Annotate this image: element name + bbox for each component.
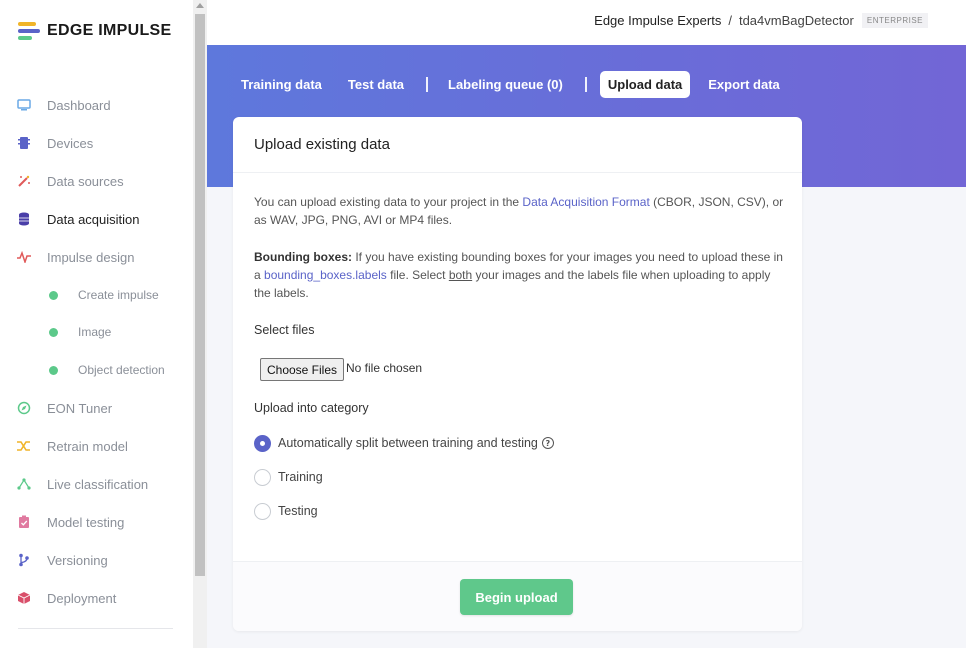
radio-label-auto-split: Automatically split between training and… bbox=[278, 436, 538, 450]
sidebar-item-eon-tuner[interactable]: EON Tuner bbox=[0, 395, 193, 421]
sidebar-item-label: EON Tuner bbox=[47, 400, 113, 416]
radio-button-auto-split[interactable] bbox=[254, 434, 271, 452]
bounding-boxes-heading: Bounding boxes: bbox=[254, 250, 352, 264]
tab-export-data[interactable]: Export data bbox=[708, 77, 780, 92]
sidebar-item-data-sources[interactable]: Data sources bbox=[0, 168, 193, 194]
begin-upload-button[interactable]: Begin upload bbox=[460, 579, 573, 615]
select-files-label: Select files bbox=[254, 323, 315, 337]
intro-text: You can upload existing data to your pro… bbox=[254, 193, 784, 229]
sidebar-item-label: Retrain model bbox=[47, 438, 128, 454]
sidebar-subitem-image[interactable]: Image bbox=[0, 319, 193, 345]
help-icon[interactable]: ? bbox=[541, 437, 554, 449]
bbox-both-emphasis: both bbox=[448, 268, 473, 282]
network-icon bbox=[17, 477, 31, 491]
status-dot-icon bbox=[49, 327, 58, 337]
top-bar: Edge Impulse Experts / tda4vmBagDetector… bbox=[207, 0, 966, 45]
sidebar-subitem-label: Image bbox=[78, 325, 112, 339]
sidebar-item-data-acquisition[interactable]: Data acquisition bbox=[0, 206, 193, 232]
sidebar-subitem-label: Object detection bbox=[78, 363, 165, 377]
tab-labeling-queue[interactable]: Labeling queue (0) bbox=[448, 77, 563, 92]
upload-card: Upload existing data You can upload exis… bbox=[233, 117, 802, 631]
database-icon bbox=[17, 212, 31, 226]
pulse-icon bbox=[17, 250, 31, 264]
sidebar-item-versioning[interactable]: Versioning bbox=[0, 547, 193, 573]
sidebar-item-label: Model testing bbox=[47, 514, 125, 530]
tab-divider bbox=[584, 76, 587, 92]
tab-training-data[interactable]: Training data bbox=[241, 77, 322, 92]
tab-divider bbox=[426, 76, 429, 92]
sidebar-divider bbox=[18, 628, 173, 629]
sidebar-item-dashboard[interactable]: Dashboard bbox=[0, 92, 193, 118]
breadcrumb-project[interactable]: tda4vmBagDetector bbox=[739, 13, 854, 28]
file-status-text: No file chosen bbox=[346, 361, 423, 375]
sidebar-item-devices[interactable]: Devices bbox=[0, 130, 193, 156]
breadcrumb-separator: / bbox=[728, 13, 732, 28]
status-dot-icon bbox=[49, 365, 58, 375]
sidebar-subitem-create-impulse[interactable]: Create impulse bbox=[0, 282, 193, 308]
sidebar-item-label: Devices bbox=[47, 135, 94, 151]
bounding-boxes-text: Bounding boxes: If you have existing bou… bbox=[254, 248, 784, 302]
brand-name: EDGE IMPULSE bbox=[47, 22, 172, 39]
radio-button-training[interactable] bbox=[254, 468, 271, 486]
sidebar-item-impulse-design[interactable]: Impulse design bbox=[0, 244, 193, 270]
sidebar-item-deployment[interactable]: Deployment bbox=[0, 585, 193, 611]
branch-icon bbox=[17, 553, 31, 567]
compass-icon bbox=[17, 401, 31, 415]
radio-label-testing: Testing bbox=[278, 504, 318, 518]
radio-option-auto-split[interactable]: Automatically split between training and… bbox=[254, 434, 554, 452]
scrollbar-thumb[interactable] bbox=[195, 14, 205, 576]
data-tabs: Training data Test data Labeling queue (… bbox=[241, 70, 780, 98]
radio-button-testing[interactable] bbox=[254, 502, 271, 520]
package-icon bbox=[17, 591, 31, 605]
sidebar-item-label: Live classification bbox=[47, 476, 149, 492]
radio-option-training[interactable]: Training bbox=[254, 468, 323, 486]
radio-option-testing[interactable]: Testing bbox=[254, 502, 318, 520]
choose-files-button[interactable]: Choose Files bbox=[260, 358, 344, 381]
radio-label-training: Training bbox=[278, 470, 323, 484]
bbox-text-2: file. Select bbox=[386, 268, 449, 282]
sidebar-item-label: Dashboard bbox=[47, 97, 111, 113]
card-footer: Begin upload bbox=[233, 561, 802, 631]
sidebar: EDGE IMPULSE Dashboard Devices Data sour… bbox=[0, 0, 193, 648]
tab-test-data[interactable]: Test data bbox=[348, 77, 404, 92]
sidebar-item-label: Deployment bbox=[47, 590, 117, 606]
sidebar-subitem-object-detection[interactable]: Object detection bbox=[0, 357, 193, 383]
sidebar-item-model-testing[interactable]: Model testing bbox=[0, 509, 193, 535]
breadcrumb-org[interactable]: Edge Impulse Experts bbox=[594, 13, 721, 28]
clipboard-check-icon bbox=[17, 515, 31, 529]
tab-upload-data[interactable]: Upload data bbox=[599, 70, 691, 98]
status-dot-icon bbox=[49, 290, 58, 300]
breadcrumb: Edge Impulse Experts / tda4vmBagDetector… bbox=[594, 13, 928, 28]
monitor-icon bbox=[17, 98, 31, 112]
scroll-up-arrow-icon[interactable] bbox=[196, 3, 204, 8]
bounding-boxes-labels-link[interactable]: bounding_boxes.labels bbox=[264, 268, 387, 282]
sidebar-item-label: Data acquisition bbox=[47, 211, 140, 227]
logo[interactable]: EDGE IMPULSE bbox=[18, 22, 172, 40]
sidebar-item-label: Data sources bbox=[47, 173, 124, 189]
card-title: Upload existing data bbox=[254, 136, 390, 153]
sidebar-item-label: Versioning bbox=[47, 552, 108, 568]
upload-category-label: Upload into category bbox=[254, 401, 369, 415]
data-acquisition-format-link[interactable]: Data Acquisition Format bbox=[522, 195, 649, 209]
sidebar-item-live-classification[interactable]: Live classification bbox=[0, 471, 193, 497]
intro-prefix: You can upload existing data to your pro… bbox=[254, 195, 523, 209]
sidebar-item-retrain-model[interactable]: Retrain model bbox=[0, 433, 193, 459]
shuffle-icon bbox=[17, 439, 31, 453]
magic-wand-icon bbox=[17, 174, 31, 188]
sidebar-subitem-label: Create impulse bbox=[78, 288, 159, 302]
edge-impulse-logo-icon bbox=[18, 22, 40, 40]
card-header: Upload existing data bbox=[233, 117, 802, 173]
chip-icon bbox=[17, 136, 31, 150]
enterprise-badge: ENTERPRISE bbox=[861, 13, 928, 28]
sidebar-item-label: Impulse design bbox=[47, 249, 135, 265]
